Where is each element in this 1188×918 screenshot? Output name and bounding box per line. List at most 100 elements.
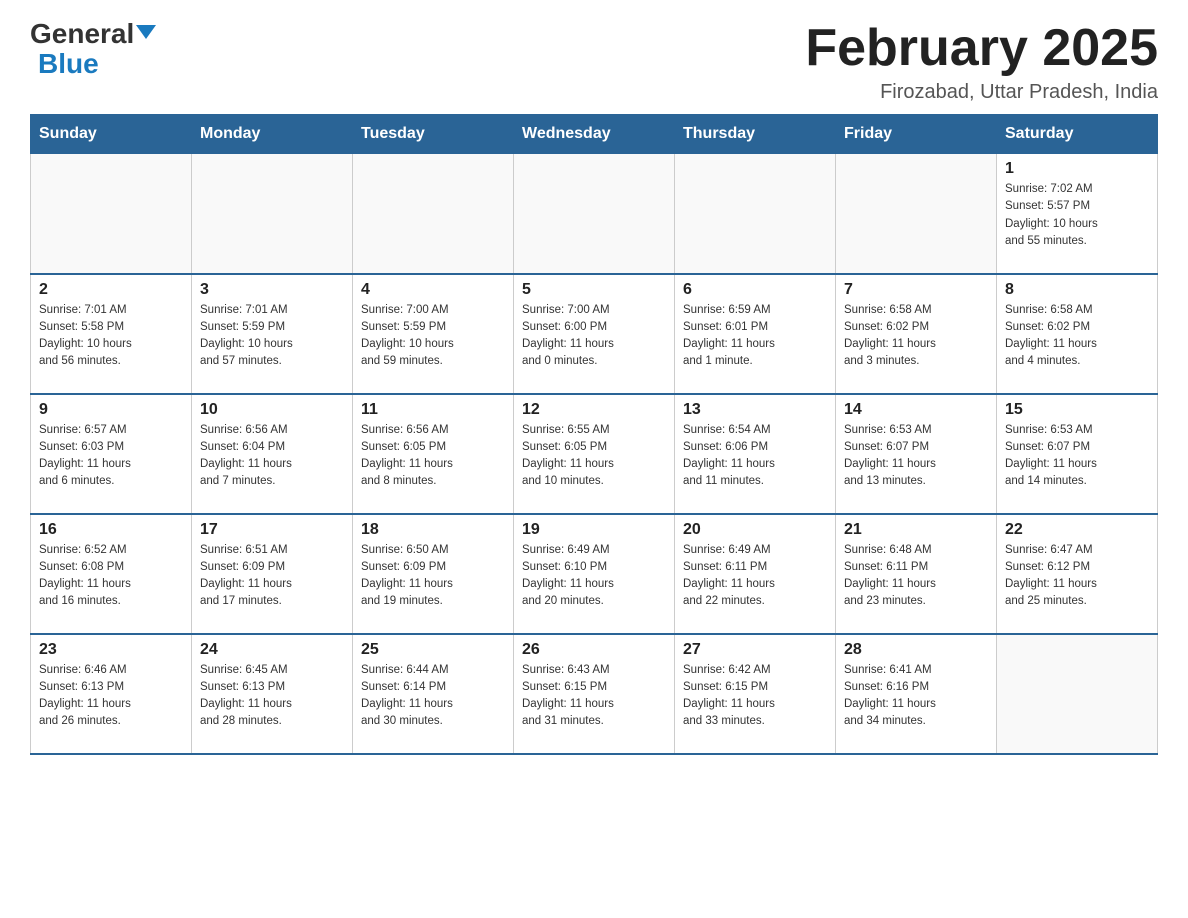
day-info: Sunrise: 6:49 AM Sunset: 6:10 PM Dayligh… — [522, 542, 666, 611]
day-number: 16 — [39, 521, 183, 539]
day-number: 25 — [361, 641, 505, 659]
day-number: 12 — [522, 401, 666, 419]
day-number: 5 — [522, 281, 666, 299]
day-info: Sunrise: 6:43 AM Sunset: 6:15 PM Dayligh… — [522, 662, 666, 731]
calendar-table: Sunday Monday Tuesday Wednesday Thursday… — [30, 114, 1158, 755]
calendar-cell — [31, 154, 192, 274]
day-info: Sunrise: 6:54 AM Sunset: 6:06 PM Dayligh… — [683, 422, 827, 491]
day-number: 23 — [39, 641, 183, 659]
day-info: Sunrise: 6:45 AM Sunset: 6:13 PM Dayligh… — [200, 662, 344, 731]
day-number: 15 — [1005, 401, 1149, 419]
calendar-cell: 2 Sunrise: 7:01 AM Sunset: 5:58 PM Daylig… — [31, 274, 192, 394]
day-number: 24 — [200, 641, 344, 659]
calendar-body: 1 Sunrise: 7:02 AM Sunset: 5:57 PM Daylig… — [31, 154, 1158, 754]
calendar-week-4: 16 Sunrise: 6:52 AM Sunset: 6:08 PM Dayli… — [31, 514, 1158, 634]
calendar-cell: 17Sunrise: 6:51 AM Sunset: 6:09 PM Dayli… — [192, 514, 353, 634]
day-number: 1 — [1005, 160, 1149, 178]
calendar-cell: 11Sunrise: 6:56 AM Sunset: 6:05 PM Dayli… — [353, 394, 514, 514]
calendar-title: February 2025 — [805, 20, 1158, 77]
calendar-cell: 24 Sunrise: 6:45 AM Sunset: 6:13 PM Dayli… — [192, 634, 353, 754]
calendar-cell: 13 Sunrise: 6:54 AM Sunset: 6:06 PM Dayli… — [675, 394, 836, 514]
day-info: Sunrise: 6:42 AM Sunset: 6:15 PM Dayligh… — [683, 662, 827, 731]
title-block: February 2025 Firozabad, Uttar Pradesh, … — [805, 20, 1158, 104]
calendar-cell — [514, 154, 675, 274]
calendar-week-2: 2 Sunrise: 7:01 AM Sunset: 5:58 PM Daylig… — [31, 274, 1158, 394]
day-info: Sunrise: 7:00 AM Sunset: 6:00 PM Dayligh… — [522, 302, 666, 371]
day-number: 7 — [844, 281, 988, 299]
day-number: 26 — [522, 641, 666, 659]
calendar-header: Sunday Monday Tuesday Wednesday Thursday… — [31, 115, 1158, 154]
day-info: Sunrise: 6:52 AM Sunset: 6:08 PM Dayligh… — [39, 542, 183, 611]
logo: General Blue — [30, 20, 156, 78]
calendar-cell: 21 Sunrise: 6:48 AM Sunset: 6:11 PM Dayli… — [836, 514, 997, 634]
calendar-cell: 27 Sunrise: 6:42 AM Sunset: 6:15 PM Dayli… — [675, 634, 836, 754]
calendar-cell: 23 Sunrise: 6:46 AM Sunset: 6:13 PM Dayli… — [31, 634, 192, 754]
col-monday: Monday — [192, 115, 353, 154]
calendar-cell: 8 Sunrise: 6:58 AM Sunset: 6:02 PM Daylig… — [997, 274, 1158, 394]
calendar-week-5: 23 Sunrise: 6:46 AM Sunset: 6:13 PM Dayli… — [31, 634, 1158, 754]
calendar-cell: 25 Sunrise: 6:44 AM Sunset: 6:14 PM Dayli… — [353, 634, 514, 754]
day-number: 13 — [683, 401, 827, 419]
day-number: 18 — [361, 521, 505, 539]
calendar-week-3: 9Sunrise: 6:57 AM Sunset: 6:03 PM Daylig… — [31, 394, 1158, 514]
day-number: 3 — [200, 281, 344, 299]
day-info: Sunrise: 6:56 AM Sunset: 6:05 PM Dayligh… — [361, 422, 505, 491]
header-row: Sunday Monday Tuesday Wednesday Thursday… — [31, 115, 1158, 154]
calendar-cell: 28Sunrise: 6:41 AM Sunset: 6:16 PM Dayli… — [836, 634, 997, 754]
day-number: 8 — [1005, 281, 1149, 299]
day-info: Sunrise: 7:00 AM Sunset: 5:59 PM Dayligh… — [361, 302, 505, 371]
calendar-cell: 1 Sunrise: 7:02 AM Sunset: 5:57 PM Daylig… — [997, 154, 1158, 274]
calendar-week-1: 1 Sunrise: 7:02 AM Sunset: 5:57 PM Daylig… — [31, 154, 1158, 274]
day-info: Sunrise: 6:59 AM Sunset: 6:01 PM Dayligh… — [683, 302, 827, 371]
day-number: 21 — [844, 521, 988, 539]
day-info: Sunrise: 6:58 AM Sunset: 6:02 PM Dayligh… — [844, 302, 988, 371]
day-info: Sunrise: 6:48 AM Sunset: 6:11 PM Dayligh… — [844, 542, 988, 611]
col-thursday: Thursday — [675, 115, 836, 154]
calendar-cell: 14Sunrise: 6:53 AM Sunset: 6:07 PM Dayli… — [836, 394, 997, 514]
day-number: 19 — [522, 521, 666, 539]
calendar-cell — [836, 154, 997, 274]
day-info: Sunrise: 7:02 AM Sunset: 5:57 PM Dayligh… — [1005, 181, 1149, 250]
day-number: 20 — [683, 521, 827, 539]
col-wednesday: Wednesday — [514, 115, 675, 154]
day-number: 22 — [1005, 521, 1149, 539]
day-info: Sunrise: 6:44 AM Sunset: 6:14 PM Dayligh… — [361, 662, 505, 731]
calendar-cell: 6Sunrise: 6:59 AM Sunset: 6:01 PM Daylig… — [675, 274, 836, 394]
day-info: Sunrise: 7:01 AM Sunset: 5:58 PM Dayligh… — [39, 302, 183, 371]
day-number: 10 — [200, 401, 344, 419]
calendar-subtitle: Firozabad, Uttar Pradesh, India — [805, 81, 1158, 104]
calendar-cell: 3 Sunrise: 7:01 AM Sunset: 5:59 PM Daylig… — [192, 274, 353, 394]
calendar-cell: 4 Sunrise: 7:00 AM Sunset: 5:59 PM Daylig… — [353, 274, 514, 394]
calendar-cell — [675, 154, 836, 274]
col-sunday: Sunday — [31, 115, 192, 154]
day-info: Sunrise: 6:56 AM Sunset: 6:04 PM Dayligh… — [200, 422, 344, 491]
day-number: 27 — [683, 641, 827, 659]
day-info: Sunrise: 6:51 AM Sunset: 6:09 PM Dayligh… — [200, 542, 344, 611]
col-friday: Friday — [836, 115, 997, 154]
day-info: Sunrise: 6:41 AM Sunset: 6:16 PM Dayligh… — [844, 662, 988, 731]
calendar-cell: 7 Sunrise: 6:58 AM Sunset: 6:02 PM Daylig… — [836, 274, 997, 394]
day-info: Sunrise: 6:53 AM Sunset: 6:07 PM Dayligh… — [844, 422, 988, 491]
day-number: 2 — [39, 281, 183, 299]
calendar-cell: 26 Sunrise: 6:43 AM Sunset: 6:15 PM Dayli… — [514, 634, 675, 754]
col-saturday: Saturday — [997, 115, 1158, 154]
calendar-cell: 10 Sunrise: 6:56 AM Sunset: 6:04 PM Dayli… — [192, 394, 353, 514]
day-info: Sunrise: 6:58 AM Sunset: 6:02 PM Dayligh… — [1005, 302, 1149, 371]
logo-triangle-icon — [136, 25, 156, 39]
calendar-cell: 15Sunrise: 6:53 AM Sunset: 6:07 PM Dayli… — [997, 394, 1158, 514]
calendar-cell: 18Sunrise: 6:50 AM Sunset: 6:09 PM Dayli… — [353, 514, 514, 634]
calendar-cell: 5 Sunrise: 7:00 AM Sunset: 6:00 PM Daylig… — [514, 274, 675, 394]
col-tuesday: Tuesday — [353, 115, 514, 154]
day-info: Sunrise: 6:55 AM Sunset: 6:05 PM Dayligh… — [522, 422, 666, 491]
calendar-cell: 22Sunrise: 6:47 AM Sunset: 6:12 PM Dayli… — [997, 514, 1158, 634]
calendar-cell: 20 Sunrise: 6:49 AM Sunset: 6:11 PM Dayli… — [675, 514, 836, 634]
calendar-cell: 19 Sunrise: 6:49 AM Sunset: 6:10 PM Dayli… — [514, 514, 675, 634]
logo-blue-text: Blue — [38, 50, 99, 78]
day-info: Sunrise: 6:46 AM Sunset: 6:13 PM Dayligh… — [39, 662, 183, 731]
calendar-cell: 12 Sunrise: 6:55 AM Sunset: 6:05 PM Dayli… — [514, 394, 675, 514]
day-number: 4 — [361, 281, 505, 299]
day-info: Sunrise: 7:01 AM Sunset: 5:59 PM Dayligh… — [200, 302, 344, 371]
calendar-cell — [353, 154, 514, 274]
day-info: Sunrise: 6:49 AM Sunset: 6:11 PM Dayligh… — [683, 542, 827, 611]
calendar-cell: 16 Sunrise: 6:52 AM Sunset: 6:08 PM Dayli… — [31, 514, 192, 634]
